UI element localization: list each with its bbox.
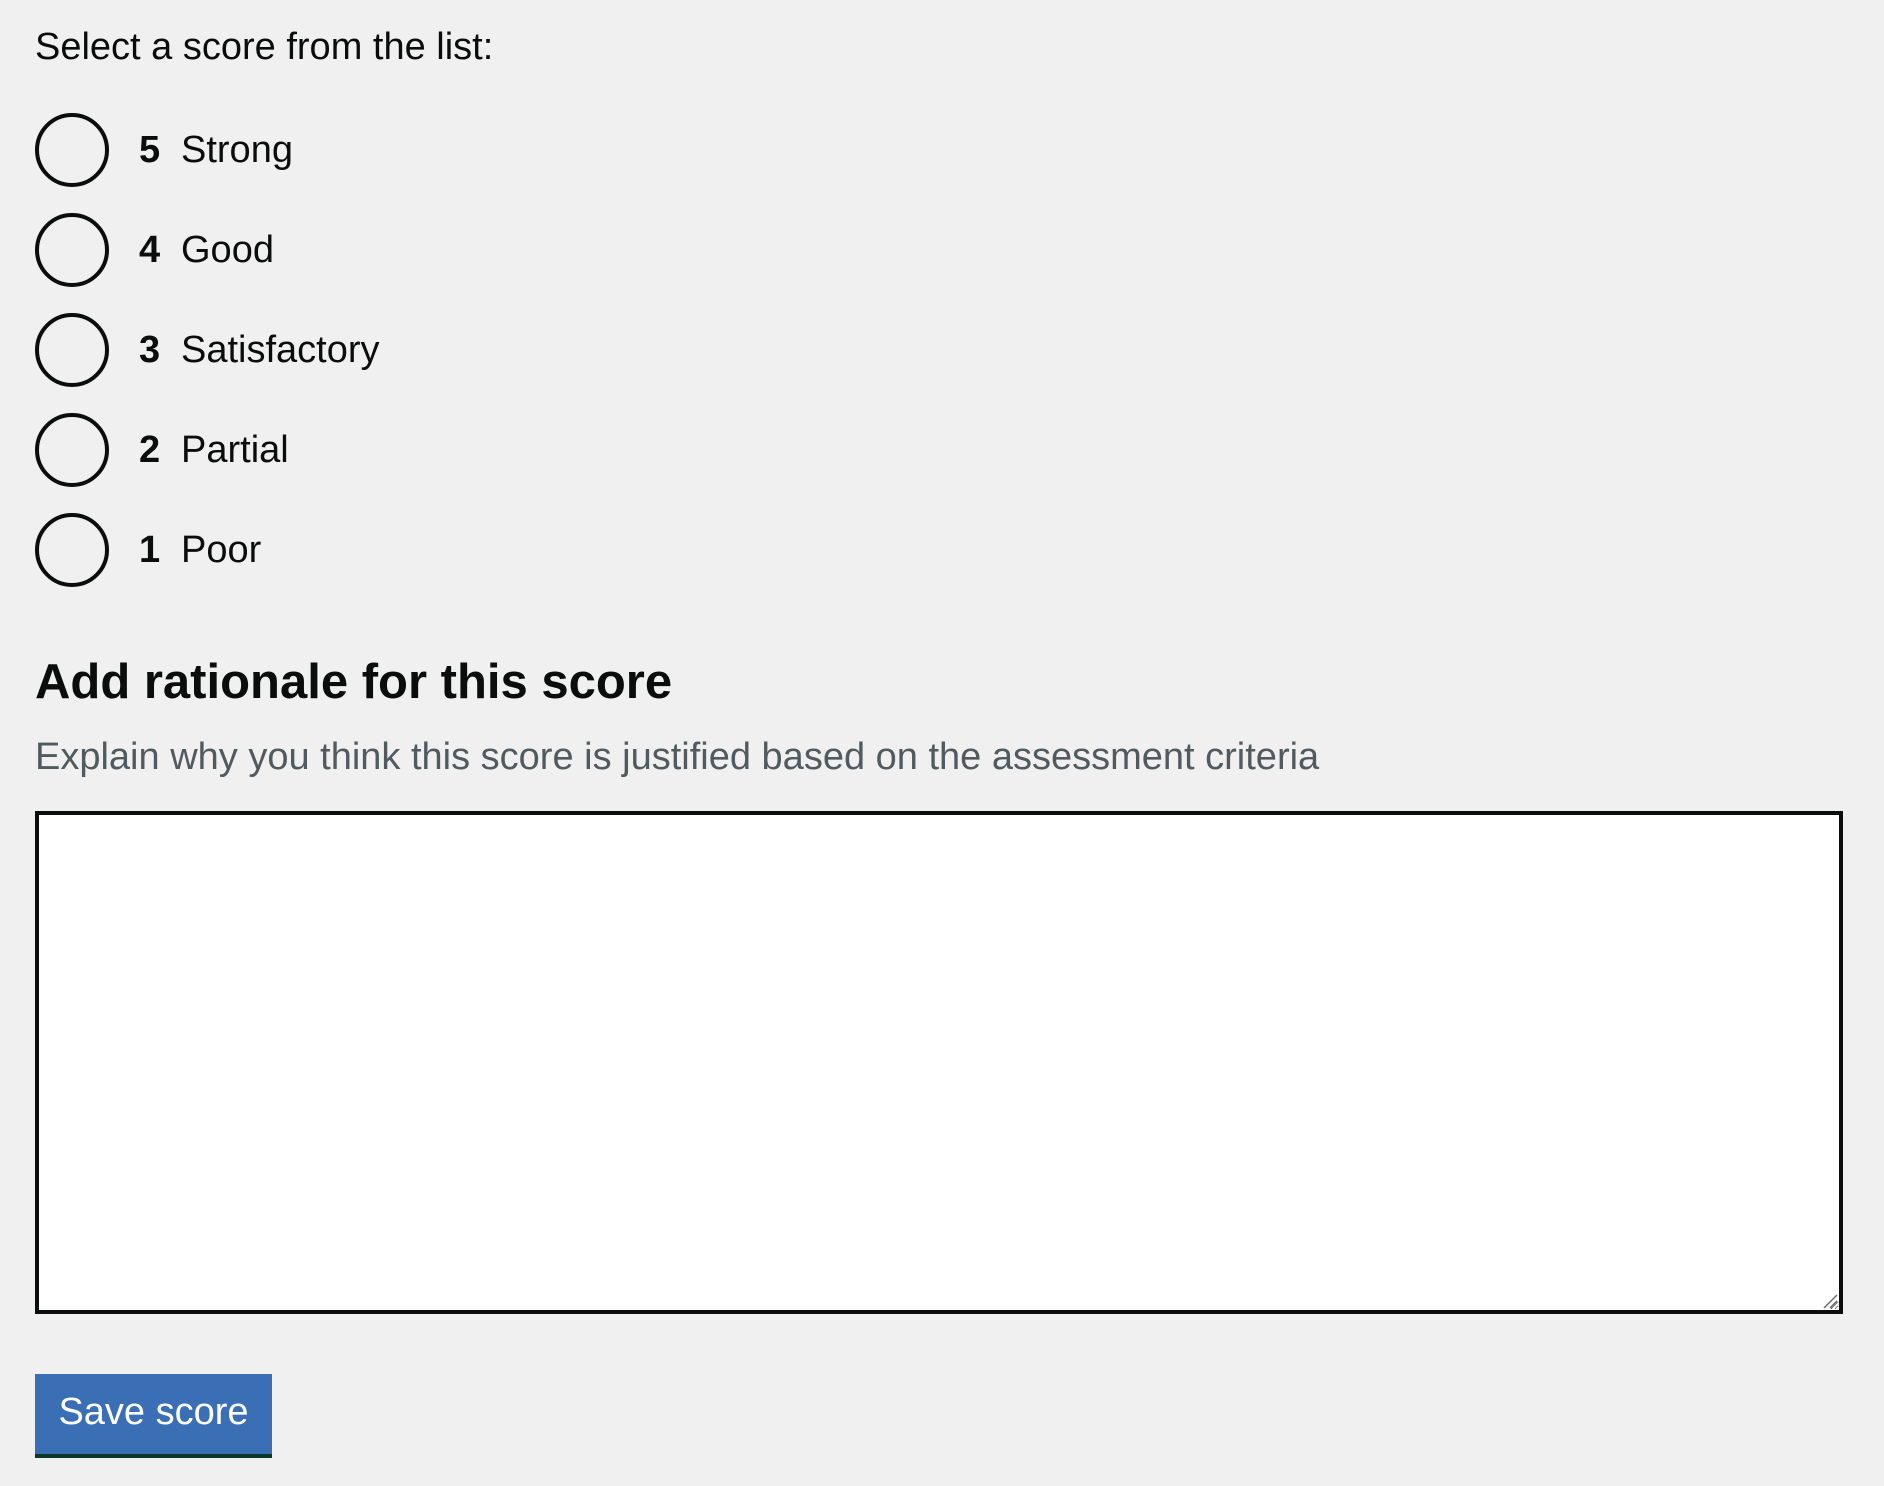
score-number: 2 bbox=[139, 429, 161, 471]
score-form: Select a score from the list: 5 Strong 4… bbox=[0, 0, 1884, 1486]
score-description: Strong bbox=[181, 129, 293, 171]
score-option-4[interactable]: 4 Good bbox=[35, 210, 380, 290]
score-option-1[interactable]: 1 Poor bbox=[35, 510, 380, 590]
save-score-button[interactable]: Save score bbox=[35, 1374, 272, 1454]
score-description: Partial bbox=[181, 429, 289, 471]
score-radio-group: 5 Strong 4 Good 3 Satisfactory 2 Partial bbox=[35, 110, 380, 610]
score-number: 4 bbox=[139, 229, 161, 271]
score-description: Good bbox=[181, 229, 274, 271]
radio-button[interactable] bbox=[35, 113, 109, 187]
rationale-textarea[interactable] bbox=[35, 811, 1843, 1314]
rationale-hint: Explain why you think this score is just… bbox=[35, 736, 1320, 778]
score-number: 5 bbox=[139, 129, 161, 171]
score-option-label[interactable]: 3 Satisfactory bbox=[139, 325, 380, 375]
radio-button[interactable] bbox=[35, 413, 109, 487]
score-option-5[interactable]: 5 Strong bbox=[35, 110, 380, 190]
score-number: 1 bbox=[139, 529, 161, 571]
score-description: Poor bbox=[181, 529, 262, 571]
score-number: 3 bbox=[139, 329, 161, 371]
radio-button[interactable] bbox=[35, 513, 109, 587]
score-option-label[interactable]: 2 Partial bbox=[139, 425, 289, 475]
score-description: Satisfactory bbox=[181, 329, 380, 371]
score-legend: Select a score from the list: bbox=[35, 26, 494, 68]
score-option-label[interactable]: 4 Good bbox=[139, 225, 274, 275]
score-option-label[interactable]: 1 Poor bbox=[139, 525, 261, 575]
radio-button[interactable] bbox=[35, 213, 109, 287]
radio-button[interactable] bbox=[35, 313, 109, 387]
score-option-3[interactable]: 3 Satisfactory bbox=[35, 310, 380, 390]
rationale-heading: Add rationale for this score bbox=[35, 655, 673, 709]
score-option-2[interactable]: 2 Partial bbox=[35, 410, 380, 490]
score-option-label[interactable]: 5 Strong bbox=[139, 125, 293, 175]
